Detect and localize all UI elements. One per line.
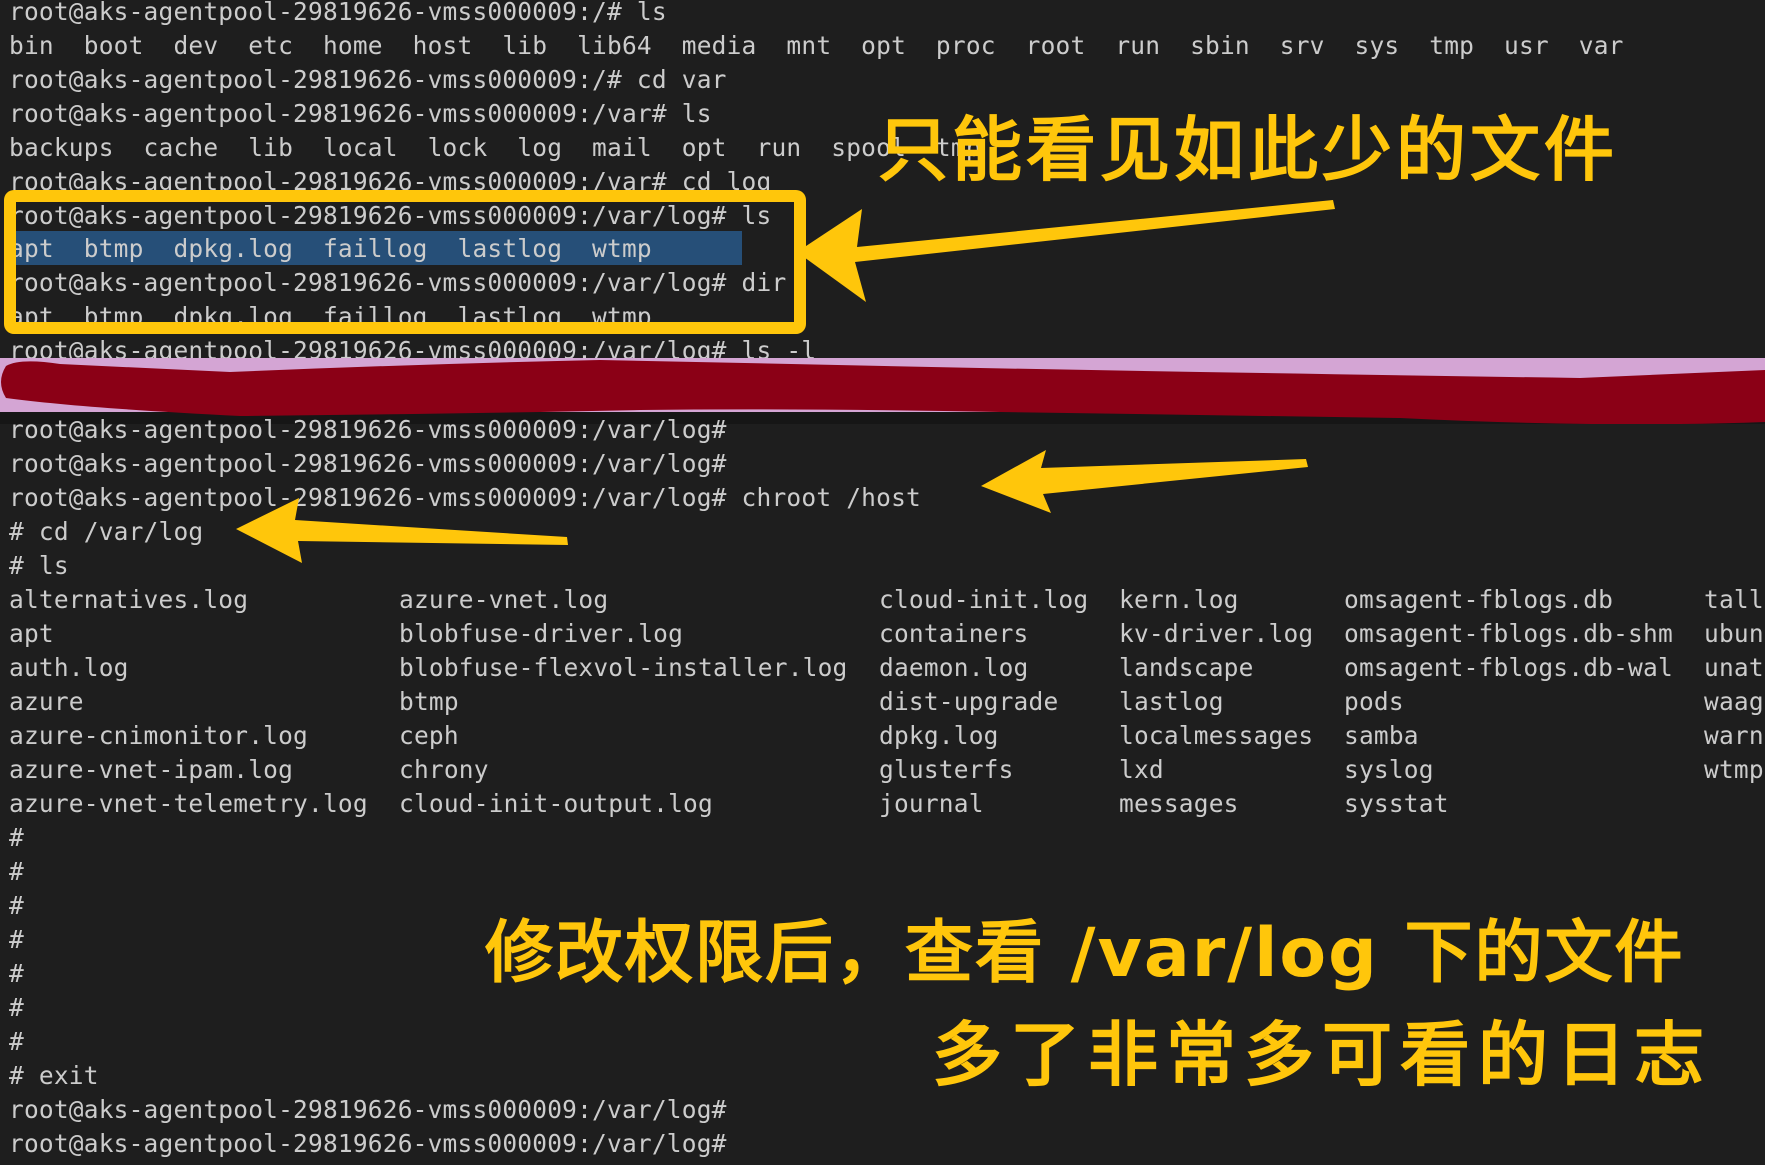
terminal-line: root@aks-agentpool-29819626-vmss000009:/…: [9, 268, 787, 297]
terminal-line: root@aks-agentpool-29819626-vmss000009:/…: [9, 1129, 727, 1158]
annotation-top-text: 只能看见如此少的文件: [878, 109, 1618, 191]
terminal-line: root@aks-agentpool-29819626-vmss000009:/…: [9, 167, 772, 196]
listing-entry: containers: [879, 619, 1029, 648]
terminal-line: #: [9, 925, 24, 954]
listing-entry: landscape: [1119, 653, 1254, 682]
annotation-bottom-text-line2: 多了非常多可看的日志: [932, 1014, 1712, 1096]
terminal-line: root@aks-agentpool-29819626-vmss000009:/…: [9, 99, 712, 128]
arrow-icon: [981, 450, 1308, 513]
listing-entry: azure-vnet.log: [399, 585, 609, 614]
terminal-line: root@aks-agentpool-29819626-vmss000009:/…: [9, 201, 772, 230]
listing-entry: blobfuse-flexvol-installer.log: [399, 653, 848, 682]
terminal-line: root@aks-agentpool-29819626-vmss000009:/…: [9, 449, 727, 478]
listing-entry: azure-cnimonitor.log: [9, 721, 309, 750]
listing-entry: messages: [1119, 789, 1239, 818]
listing-entry: ubun: [1704, 619, 1764, 648]
listing-entry: azure: [9, 687, 84, 716]
terminal-line: #: [9, 993, 24, 1022]
listing-entry: omsagent-fblogs.db-wal: [1344, 653, 1673, 682]
listing-entry: btmp: [399, 687, 459, 716]
listing-entry: chrony: [399, 755, 489, 784]
listing-entry: apt: [9, 619, 54, 648]
terminal-line: # cd /var/log: [9, 517, 204, 546]
listing-entry: blobfuse-driver.log: [399, 619, 684, 648]
terminal-line: # ls: [9, 551, 69, 580]
listing-entry: azure-vnet-telemetry.log: [9, 789, 368, 818]
listing-entry: sysstat: [1344, 789, 1449, 818]
listing-entry: ceph: [399, 721, 459, 750]
terminal-line: root@aks-agentpool-29819626-vmss000009:/…: [9, 483, 921, 512]
terminal-line: backups cache lib local lock log mail op…: [9, 133, 981, 162]
listing-entry: dpkg.log: [879, 721, 999, 750]
listing-entry: cloud-init-output.log: [399, 789, 713, 818]
terminal-line: apt btmp dpkg.log faillog lastlog wtmp: [9, 302, 652, 331]
terminal-line: root@aks-agentpool-29819626-vmss000009:/…: [9, 65, 727, 94]
listing-entry: localmessages: [1119, 721, 1314, 750]
terminal-line: root@aks-agentpool-29819626-vmss000009:/…: [9, 1095, 727, 1124]
listing-entry: warn: [1704, 721, 1764, 750]
listing-entry: alternatives.log: [9, 585, 249, 614]
selected-ls-output[interactable]: apt btmp dpkg.log faillog lastlog wtmp: [9, 232, 652, 266]
listing-entry: cloud-init.log: [879, 585, 1089, 614]
annotation-bottom-text-line1: 修改权限后，查看 /var/log 下的文件: [485, 914, 1685, 993]
listing-entry: omsagent-fblogs.db: [1344, 585, 1614, 614]
terminal-line: bin boot dev etc home host lib lib64 med…: [9, 31, 1624, 60]
listing-entry: lastlog: [1119, 687, 1224, 716]
terminal-line: #: [9, 891, 24, 920]
terminal-line: #: [9, 857, 24, 886]
listing-entry: kv-driver.log: [1119, 619, 1314, 648]
listing-entry: wtmp: [1704, 755, 1764, 784]
listing-entry: glusterfs: [879, 755, 1014, 784]
listing-entry: syslog: [1344, 755, 1434, 784]
listing-entry: samba: [1344, 721, 1419, 750]
terminal-line: #: [9, 959, 24, 988]
listing-entry: omsagent-fblogs.db-shm: [1344, 619, 1673, 648]
listing-entry: dist-upgrade: [879, 687, 1059, 716]
terminal-line: # exit: [9, 1061, 99, 1090]
listing-entry: kern.log: [1119, 585, 1239, 614]
terminal-line: #: [9, 1027, 24, 1056]
listing-entry: journal: [879, 789, 984, 818]
listing-entry: tall: [1704, 585, 1764, 614]
listing-entry: azure-vnet-ipam.log: [9, 755, 294, 784]
listing-entry: daemon.log: [879, 653, 1029, 682]
listing-entry: waag: [1704, 687, 1764, 716]
terminal-window[interactable]: root@aks-agentpool-29819626-vmss000009:/…: [0, 0, 1765, 1165]
arrow-icon: [797, 200, 1335, 302]
terminal-line: root@aks-agentpool-29819626-vmss000009:/…: [9, 415, 727, 444]
listing-entry: auth.log: [9, 653, 129, 682]
terminal-line: #: [9, 823, 24, 852]
listing-entry: lxd: [1119, 755, 1164, 784]
listing-entry: pods: [1344, 687, 1404, 716]
terminal-line: root@aks-agentpool-29819626-vmss000009:/…: [9, 0, 667, 26]
listing-entry: unat: [1704, 653, 1764, 682]
